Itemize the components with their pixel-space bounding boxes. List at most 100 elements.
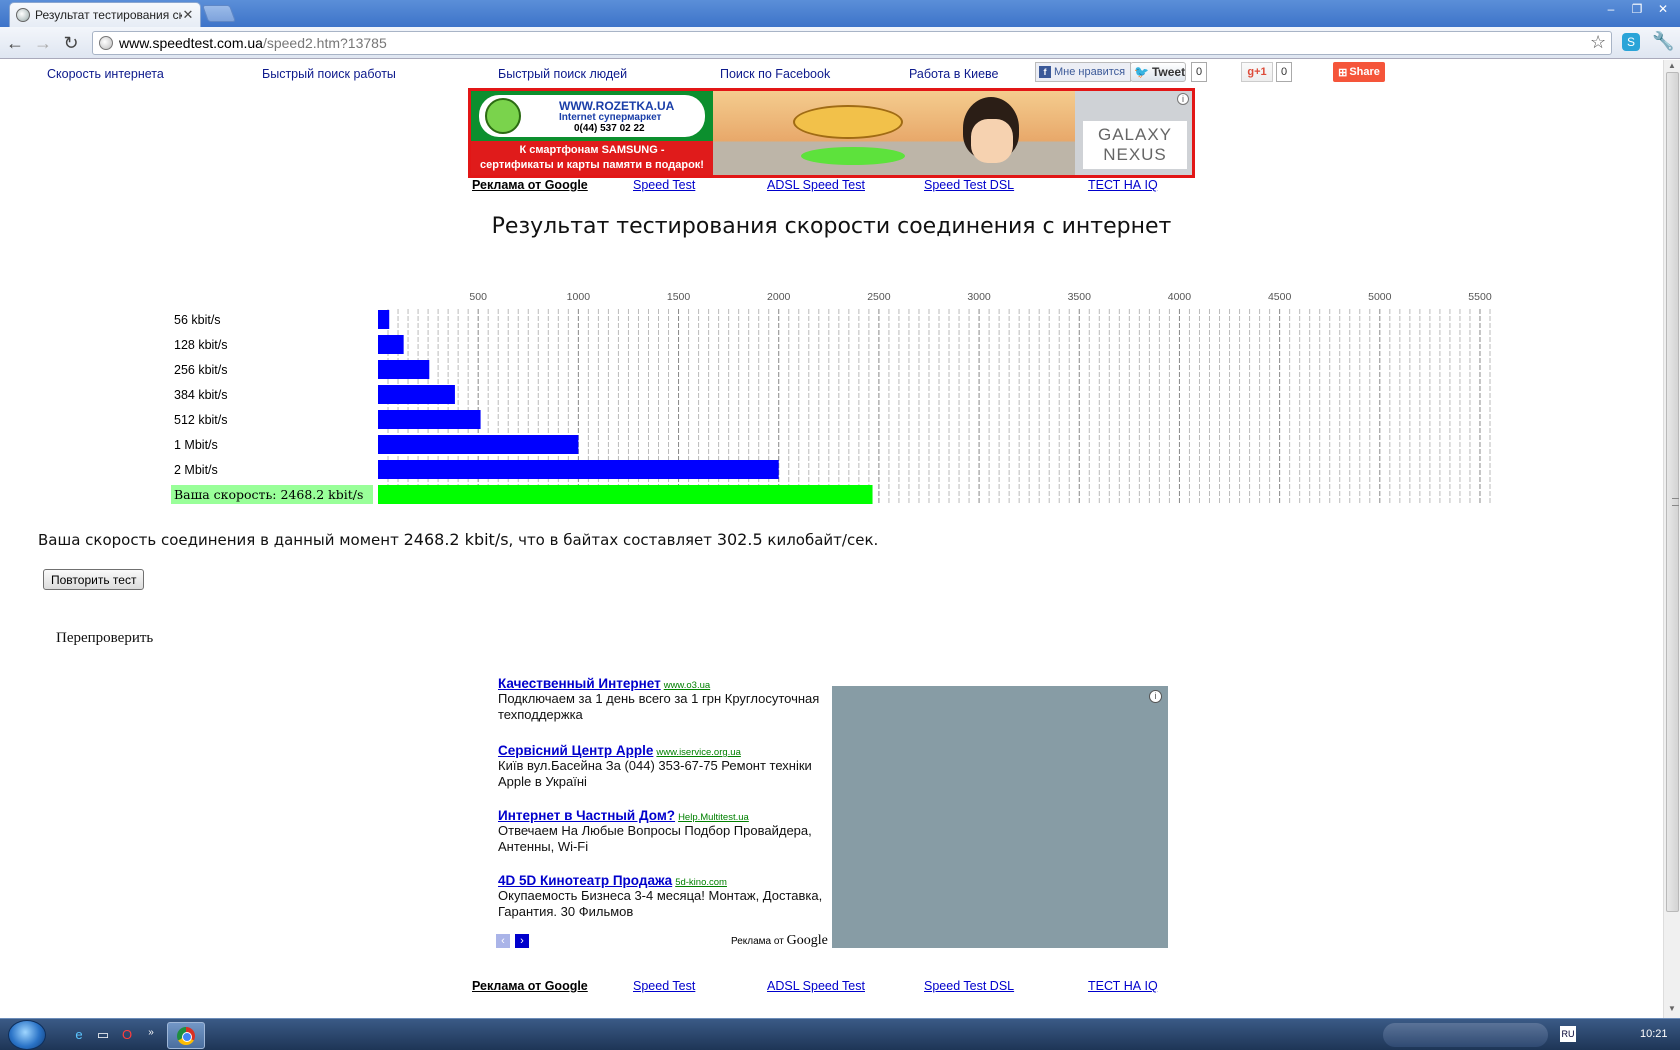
x-tick-label: 1000	[567, 291, 591, 303]
x-tick-label: 3000	[967, 291, 991, 303]
text-ad-url[interactable]: www.iservice.org.ua	[656, 747, 740, 758]
x-tick-label: 4500	[1268, 291, 1292, 303]
text-ad-url[interactable]: Help.Multitest.ua	[678, 812, 749, 823]
result-prefix: Ваша скорость соединения в данный момент	[38, 531, 399, 549]
x-tick-label: 5500	[1468, 291, 1492, 303]
your-speed-bar	[378, 485, 873, 504]
favicon-icon	[16, 8, 30, 22]
text-ad-description: Отвечаем На Любые Вопросы Подбор Провайд…	[498, 823, 812, 854]
speed-bar	[378, 410, 481, 429]
result-suffix: килобайт/сек.	[767, 531, 879, 549]
back-arrow-icon[interactable]: ←	[4, 32, 26, 54]
window-controls: – ❐ ✕	[1598, 0, 1676, 18]
speed-bar	[378, 335, 404, 354]
x-tick-label: 5000	[1368, 291, 1392, 303]
text-ad-url[interactable]: 5d-kino.com	[675, 877, 727, 888]
text-ad[interactable]: Интернет в Частный Дом? Help.Multitest.ua…	[498, 808, 828, 855]
clock[interactable]: 10:21	[1640, 1028, 1668, 1040]
vertical-scrollbar[interactable]: ▲ ▼	[1663, 60, 1680, 1018]
x-tick-label: 500	[469, 291, 487, 303]
result-bytes: 302.5	[716, 530, 763, 549]
taskbar-chrome-button[interactable]	[167, 1022, 205, 1049]
scrollbar-grip	[1672, 498, 1679, 506]
opera-icon[interactable]: O	[118, 1027, 136, 1043]
text-ad[interactable]: Сервісний Центр Apple www.iservice.org.ua…	[498, 743, 828, 790]
text-ad-description: Київ вул.Басейна За (044) 353-67-75 Ремо…	[498, 758, 812, 789]
your-speed-label: Ваша скорость: 2468.2 kbit/s	[174, 487, 363, 502]
google-ads-label-bottom[interactable]: Реклама от Google	[472, 979, 588, 993]
bookmark-star-icon[interactable]: ☆	[1590, 32, 1606, 53]
link-adsl-speed-test-bottom[interactable]: ADSL Speed Test	[767, 979, 865, 993]
address-bar[interactable]: www.speedtest.com.ua/speed2.htm?13785	[92, 31, 1612, 55]
speed-category-label: 256 kbit/s	[174, 363, 228, 377]
adsense-attribution[interactable]: Реклама от Google	[731, 933, 828, 949]
scroll-up-arrow-icon[interactable]: ▲	[1668, 61, 1676, 70]
x-tick-label: 3500	[1068, 291, 1092, 303]
speed-category-label: 512 kbit/s	[174, 413, 228, 427]
link-iq-test-bottom[interactable]: ТЕСТ НА IQ	[1088, 979, 1158, 993]
globe-icon	[99, 36, 113, 50]
result-speed: 2468.2 kbit/s	[403, 530, 509, 549]
taskbar: e ▭ O » RU 10:21	[0, 1018, 1680, 1050]
media-player-controls[interactable]	[1383, 1023, 1548, 1047]
result-middle: , что в байтах составляет	[508, 531, 713, 549]
language-indicator[interactable]: RU	[1560, 1026, 1576, 1042]
skype-extension-icon[interactable]: S	[1622, 33, 1640, 51]
speed-bar	[378, 360, 430, 379]
reload-icon[interactable]: ↻	[60, 32, 82, 54]
speed-category-label: 384 kbit/s	[174, 388, 228, 402]
speed-category-label: 56 kbit/s	[174, 313, 221, 327]
scrollbar-thumb[interactable]	[1666, 72, 1679, 912]
adsense-google-logo: Google	[786, 933, 828, 948]
ad-next-arrow-icon[interactable]: ›	[515, 934, 529, 948]
speed-category-label: 1 Mbit/s	[174, 438, 218, 452]
forward-arrow-icon[interactable]: →	[32, 32, 54, 54]
chrome-icon	[177, 1027, 195, 1045]
text-ad-title[interactable]: 4D 5D Кинотеатр Продажа	[498, 873, 672, 888]
x-tick-label: 2000	[767, 291, 791, 303]
x-tick-label: 4000	[1168, 291, 1192, 303]
title-bar: Результат тестирования ско ✕ – ❐ ✕	[0, 0, 1680, 27]
url-path: /speed2.htm?13785	[262, 35, 387, 51]
recheck-link[interactable]: Перепроверить	[56, 630, 153, 647]
text-ad-description: Подключаем за 1 день всего за 1 грн Круг…	[498, 691, 820, 722]
speed-bar	[378, 435, 579, 454]
minimize-icon[interactable]: –	[1598, 0, 1624, 18]
wrench-icon[interactable]: 🔧	[1652, 31, 1674, 52]
link-speed-test-bottom[interactable]: Speed Test	[633, 979, 695, 993]
ad-prev-arrow-icon[interactable]: ‹	[496, 934, 510, 948]
x-tick-label: 1500	[667, 291, 691, 303]
repeat-test-button[interactable]: Повторить тест	[43, 569, 145, 590]
start-button[interactable]	[8, 1020, 46, 1050]
text-ad-url[interactable]: www.o3.ua	[664, 680, 710, 691]
browser-toolbar: ← → ↻ www.speedtest.com.ua/speed2.htm?13…	[0, 27, 1680, 59]
close-window-icon[interactable]: ✕	[1650, 0, 1676, 18]
scroll-down-arrow-icon[interactable]: ▼	[1668, 1004, 1676, 1013]
text-ad[interactable]: Качественный Интернет www.o3.ua Подключае…	[498, 676, 828, 723]
ie-icon[interactable]: e	[70, 1027, 88, 1043]
speed-category-label: 128 kbit/s	[174, 338, 228, 352]
restore-icon[interactable]: ❐	[1624, 0, 1650, 18]
speed-category-label: 2 Mbit/s	[174, 463, 218, 477]
new-tab-button[interactable]	[201, 5, 237, 22]
text-ad-title[interactable]: Сервісний Центр Apple	[498, 743, 653, 758]
close-tab-icon[interactable]: ✕	[182, 7, 194, 23]
text-ad-title[interactable]: Качественный Интернет	[498, 676, 661, 691]
result-sentence: Ваша скорость соединения в данный момент…	[38, 530, 878, 549]
text-ad-title[interactable]: Интернет в Частный Дом?	[498, 808, 675, 823]
page-viewport: Скорость интернета Быстрый поиск работы …	[0, 60, 1663, 1018]
tab-title: Результат тестирования ско	[35, 8, 182, 22]
quicklaunch-more-icon[interactable]: »	[142, 1027, 160, 1043]
show-desktop-icon[interactable]: ▭	[94, 1027, 112, 1043]
adsense-by-label: Реклама от	[731, 936, 784, 947]
ad-info-icon[interactable]: i	[1149, 690, 1162, 703]
speed-bar	[378, 385, 455, 404]
browser-tab[interactable]: Результат тестирования ско ✕	[9, 2, 201, 27]
text-ad[interactable]: 4D 5D Кинотеатр Продажа 5d-kino.com Окупа…	[498, 873, 828, 920]
link-speed-test-dsl-bottom[interactable]: Speed Test DSL	[924, 979, 1014, 993]
text-ad-description: Окупаемость Бизнеса 3-4 месяца! Монтаж, …	[498, 888, 823, 919]
image-ad-placeholder[interactable]: i	[832, 686, 1168, 948]
speed-bar	[378, 310, 390, 329]
speed-chart: 500 1000 1500 2000 2500 3000 3500 4000 4500 5000 5…	[171, 291, 1492, 504]
url-host: www.speedtest.com.ua	[119, 35, 263, 51]
